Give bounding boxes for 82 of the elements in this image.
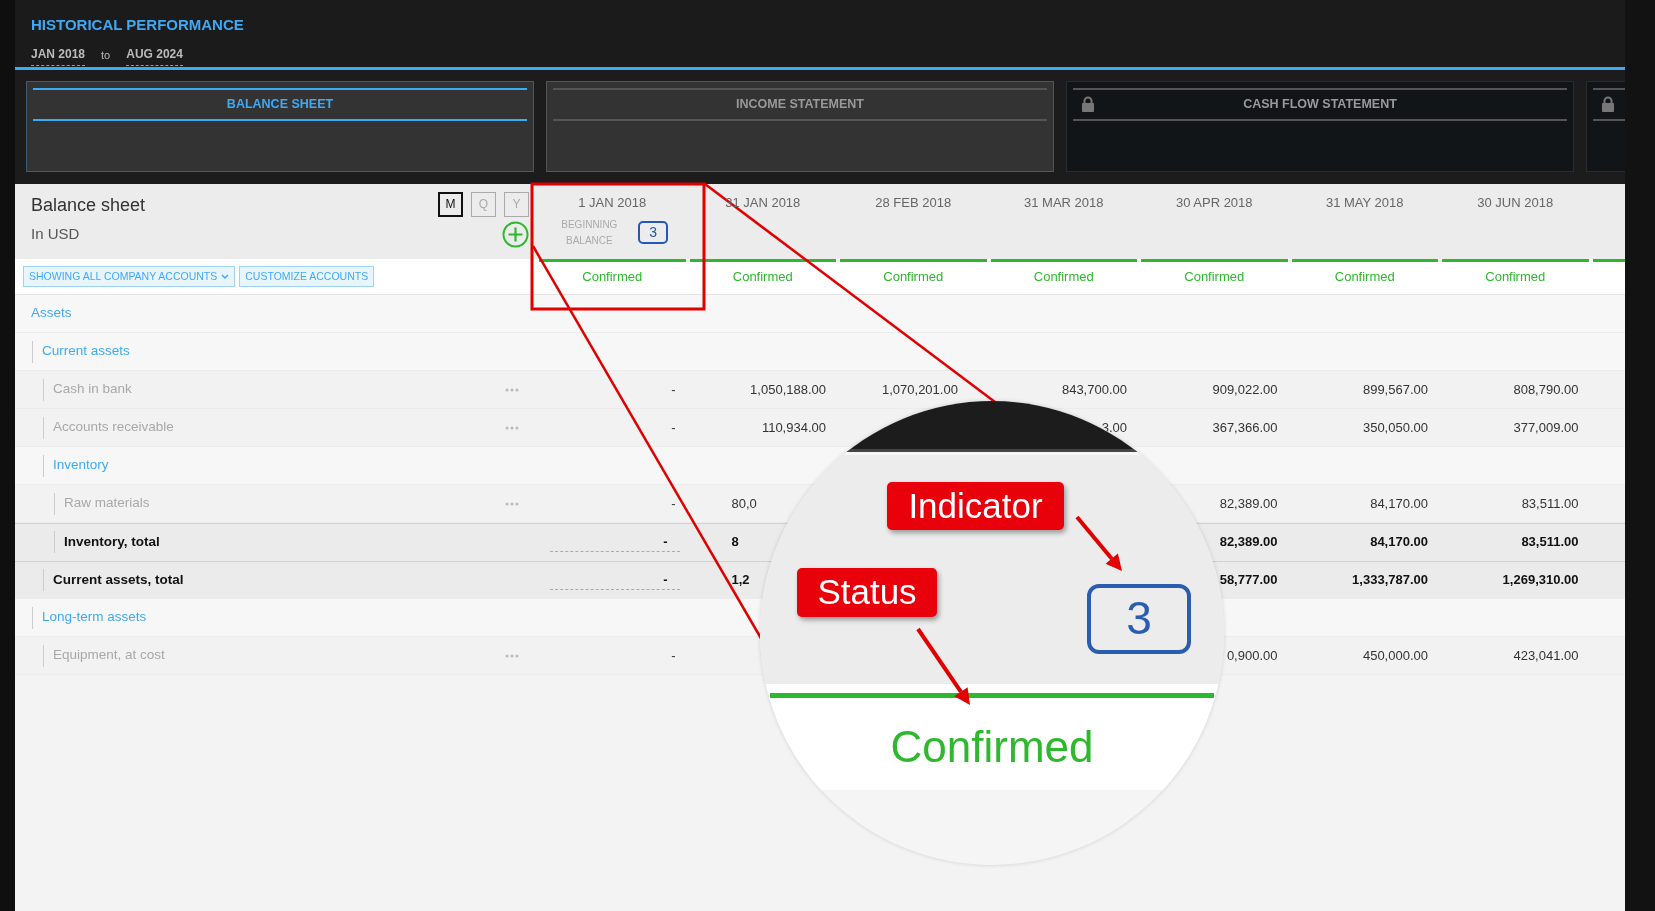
value-text: 8	[730, 533, 740, 552]
value-text: 1,333,787.00	[1351, 571, 1429, 590]
period-date: 1 JAN 2018	[578, 195, 647, 210]
statement-tab[interactable]: CASH FLOW STATEMENT	[1066, 81, 1574, 172]
lock-icon	[1081, 96, 1095, 112]
period-date: 28 FEB 2018	[875, 195, 952, 210]
account-label: Cash in bank	[53, 380, 132, 399]
page-title: HISTORICAL PERFORMANCE	[31, 15, 245, 35]
value-text: 84,170.00	[1369, 533, 1429, 552]
callout-label: Indicator	[887, 482, 1064, 530]
value-text: 84,170.00	[1369, 494, 1429, 513]
value-text: 367,366.00	[1211, 418, 1279, 437]
more-icon[interactable]	[505, 653, 519, 658]
value-text: 58,777.00	[1218, 571, 1279, 590]
value-text: 83,511.00	[1520, 494, 1580, 513]
value-text: 80,0	[730, 494, 758, 513]
value-text: 83,511.00	[1520, 533, 1580, 552]
period-button[interactable]: Q	[471, 192, 496, 217]
group-label[interactable]: Current assets	[42, 341, 130, 362]
value-text: 1,2	[730, 571, 751, 590]
sheet-title: Balance sheet	[31, 194, 146, 217]
value-text: 82,389.00	[1218, 494, 1279, 513]
value-text: 909,022.00	[1211, 380, 1279, 399]
value-text: -	[670, 494, 677, 513]
filter-button[interactable]: SHOWING ALL COMPANY ACCOUNTS	[23, 266, 236, 287]
callout-label: Status	[797, 568, 937, 617]
value-text: -	[670, 380, 677, 399]
pointer-arrow	[1075, 515, 1122, 571]
status-label: Confirmed	[882, 268, 945, 286]
value-text: 350,050.00	[1361, 418, 1429, 437]
status-label: Confirmed	[1032, 268, 1095, 286]
value-text: -	[662, 532, 669, 551]
period-date: 30 JUN 2018	[1477, 195, 1554, 210]
balance-note: BEGINNING BALANCE	[560, 217, 619, 248]
group-label[interactable]: Long-term assets	[42, 607, 147, 628]
status-label: Confirmed	[1183, 268, 1246, 286]
date-from-field[interactable]: JAN 2018	[31, 44, 86, 66]
account-label: Equipment, at cost	[53, 646, 165, 665]
group-label[interactable]: Inventory	[53, 455, 109, 476]
period-date: 31 MAR 2018	[1024, 195, 1104, 210]
account-label: Accounts receivable	[53, 418, 174, 437]
period-date: 31 MAY 2018	[1325, 195, 1404, 210]
statement-tab[interactable]: INCOME STATEMENT	[546, 81, 1054, 172]
account-label: Raw materials	[64, 494, 150, 513]
value-text: 1,070,201.00	[881, 380, 959, 399]
status-label: Confirmed	[889, 721, 1095, 773]
period-date: 30 APR 2018	[1175, 195, 1253, 210]
status-label: Confirmed	[581, 268, 644, 286]
group-label[interactable]: Assets	[31, 303, 72, 324]
value-text: -	[670, 646, 677, 665]
status-label: Confirmed	[1333, 268, 1396, 286]
value-text: 843,700.00	[1060, 380, 1128, 399]
indicator-badge: 3	[1087, 584, 1191, 654]
value-text: 377,009.00	[1512, 418, 1580, 437]
value-text: 423,041.00	[1512, 646, 1580, 665]
filter-button[interactable]: CUSTOMIZE ACCOUNTS	[239, 266, 375, 287]
value-text: 110,934.00	[760, 418, 827, 437]
value-text: 808,790.00	[1512, 380, 1580, 399]
value-text: 82,389.00	[1218, 533, 1279, 552]
value-text: 450,000.00	[1361, 646, 1429, 665]
indicator-badge[interactable]: 3	[638, 221, 669, 244]
more-icon[interactable]	[505, 425, 519, 430]
total-label: Inventory, total	[64, 532, 160, 551]
statement-tab[interactable]: BALANCE SHEET	[26, 81, 534, 172]
more-icon[interactable]	[505, 387, 519, 392]
value-text: 1,269,310.00	[1501, 571, 1580, 590]
add-icon[interactable]	[502, 221, 529, 248]
value-text: 899,567.00	[1361, 380, 1429, 399]
currency-label: In USD	[31, 224, 81, 244]
total-label: Current assets, total	[53, 570, 184, 589]
value-text: -	[670, 418, 677, 437]
date-to-field[interactable]: AUG 2024	[126, 44, 183, 66]
more-icon[interactable]	[505, 501, 519, 506]
value-text: 0,900.00	[1225, 646, 1279, 665]
value-text: -	[662, 570, 669, 589]
period-button[interactable]: Y	[504, 192, 529, 217]
status-label: Confirmed	[731, 268, 794, 286]
period-button[interactable]: M	[438, 192, 463, 217]
range-separator: to	[101, 47, 111, 63]
lock-icon	[1601, 96, 1615, 112]
value-text: 1,050,188.00	[749, 380, 827, 399]
status-label: Confirmed	[1484, 268, 1547, 286]
